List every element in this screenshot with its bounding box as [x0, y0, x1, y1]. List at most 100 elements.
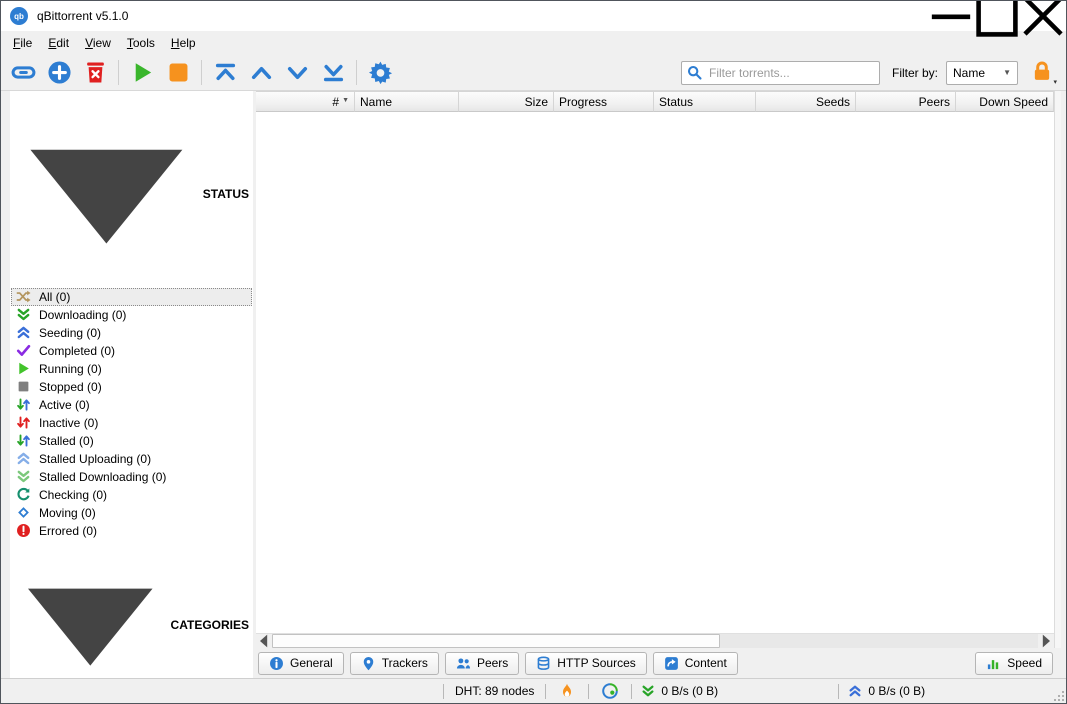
torrent-list[interactable]	[256, 112, 1054, 633]
filter-by-label: Filter by:	[892, 66, 938, 80]
sidebar-item-status-moving[interactable]: Moving (0)	[11, 504, 252, 522]
menu-view[interactable]: View	[77, 33, 119, 53]
column-header-peers[interactable]: Peers	[856, 92, 956, 112]
move-top-button[interactable]	[207, 57, 243, 89]
download-speed-status[interactable]: 0 B/s (0 B)	[632, 684, 838, 698]
sidebar-item-status-inactive[interactable]: Inactive (0)	[11, 414, 252, 432]
sidebar-item-status-running[interactable]: Running (0)	[11, 360, 252, 378]
sidebar-item-status-completed[interactable]: Completed (0)	[11, 342, 252, 360]
sidebar-item-status-stalled-uploading[interactable]: Stalled Uploading (0)	[11, 450, 252, 468]
sidebar-section-status[interactable]: STATUS	[17, 105, 249, 284]
close-button[interactable]	[1020, 1, 1066, 31]
window-title: qBittorrent v5.1.0	[37, 9, 128, 23]
column-header-progress[interactable]: Progress	[554, 92, 654, 112]
search-icon	[687, 65, 702, 80]
column-header-down-speed[interactable]: Down Speed	[956, 92, 1054, 112]
tab-speed[interactable]: Speed	[975, 652, 1053, 675]
statusbar-separator	[588, 684, 589, 699]
menu-tools[interactable]: Tools	[119, 33, 163, 53]
sidebar-item-label: Running (0)	[39, 362, 102, 376]
column-header-seeds[interactable]: Seeds	[756, 92, 856, 112]
sidebar-item-status-stopped[interactable]: Stopped (0)	[11, 378, 252, 396]
inactive-icon	[16, 415, 31, 430]
tab-label: General	[290, 656, 333, 670]
window-controls	[928, 1, 1066, 31]
table-header: #▼Name Size ProgressStatusSeedsPeersDown S…	[256, 91, 1054, 112]
options-button[interactable]	[362, 57, 398, 89]
sidebar-item-label: Active (0)	[39, 398, 90, 412]
sidebar-item-status-checking[interactable]: Checking (0)	[11, 486, 252, 504]
sidebar-item-status-downloading[interactable]: Downloading (0)	[11, 306, 252, 324]
maximize-button[interactable]	[974, 1, 1020, 31]
sidebar-item-status-all[interactable]: All (0)	[11, 288, 252, 306]
section-title: CATEGORIES	[171, 618, 249, 632]
scrollbar-track[interactable]	[720, 634, 1038, 648]
delete-button[interactable]	[77, 57, 113, 89]
column-header-number[interactable]: #▼	[256, 92, 355, 112]
stop-button[interactable]	[160, 57, 196, 89]
column-label: Size	[525, 95, 548, 109]
column-header-size[interactable]: Size	[459, 92, 554, 112]
move-up-button[interactable]	[243, 57, 279, 89]
sidebar-item-status-active[interactable]: Active (0)	[11, 396, 252, 414]
sidebar-item-status-seeding[interactable]: Seeding (0)	[11, 324, 252, 342]
upload-speed-value: 0 B/s (0 B)	[868, 684, 925, 698]
dht-nodes-label[interactable]: DHT: 89 nodes	[455, 684, 534, 698]
vertical-scrollbar[interactable]	[1054, 91, 1061, 648]
move-down-icon	[285, 60, 310, 85]
start-button[interactable]	[124, 57, 160, 89]
add-torrent-link-button[interactable]	[5, 57, 41, 89]
search-input[interactable]	[681, 61, 880, 85]
tab-http-sources[interactable]: HTTP Sources	[525, 652, 646, 675]
tab-general[interactable]: General	[258, 652, 344, 675]
filter-by-select[interactable]: Name ▼	[946, 61, 1018, 85]
delete-icon	[83, 60, 108, 85]
lock-button[interactable]: ▾	[1028, 60, 1056, 86]
sidebar-section-categories[interactable]: CATEGORIES	[17, 552, 249, 678]
completed-icon	[16, 343, 31, 358]
chart-icon	[986, 656, 1001, 671]
pin-blue-icon	[361, 656, 376, 671]
sidebar-item-label: Stalled Uploading (0)	[39, 452, 151, 466]
download-arrows-icon	[641, 684, 655, 698]
tab-label: HTTP Sources	[557, 656, 635, 670]
column-header-status[interactable]: Status	[654, 92, 756, 112]
sidebar-item-label: Errored (0)	[39, 524, 97, 538]
sidebar-item-status-stalled-downloading[interactable]: Stalled Downloading (0)	[11, 468, 252, 486]
sidebar-item-label: Downloading (0)	[39, 308, 126, 322]
column-header-name[interactable]: Name	[355, 92, 459, 112]
collapse-arrow-icon	[17, 552, 164, 678]
minimize-button[interactable]	[928, 1, 974, 31]
add-torrent-file-button[interactable]	[41, 57, 77, 89]
menu-file[interactable]: File	[5, 33, 40, 53]
title-bar[interactable]: qb qBittorrent v5.1.0	[1, 1, 1066, 31]
sidebar-item-label: Stalled Downloading (0)	[39, 470, 166, 484]
tab-peers[interactable]: Peers	[445, 652, 519, 675]
upload-arrows-icon	[848, 684, 862, 698]
lock-dropdown-arrow-icon: ▾	[1053, 78, 1057, 86]
sidebar-item-status-stalled[interactable]: Stalled (0)	[11, 432, 252, 450]
app-logo-icon: qb	[10, 7, 28, 25]
move-bottom-button[interactable]	[315, 57, 351, 89]
resize-grip[interactable]	[1052, 689, 1065, 702]
tab-trackers[interactable]: Trackers	[350, 652, 439, 675]
move-down-button[interactable]	[279, 57, 315, 89]
db-icon	[536, 656, 551, 671]
sidebar-item-status-errored[interactable]: Errored (0)	[11, 522, 252, 540]
connection-status-icon[interactable]	[602, 683, 618, 699]
tab-content[interactable]: Content	[653, 652, 738, 675]
stalled-up-icon	[16, 451, 31, 466]
dropdown-arrow-icon: ▼	[1003, 68, 1011, 77]
scroll-right-button[interactable]	[1038, 634, 1054, 648]
sidebar-item-label: Moving (0)	[39, 506, 96, 520]
scrollbar-thumb[interactable]	[272, 634, 720, 648]
sidebar-item-label: Checking (0)	[39, 488, 107, 502]
menu-help[interactable]: Help	[163, 33, 204, 53]
scroll-left-button[interactable]	[256, 634, 272, 648]
sidebar-item-label: Stopped (0)	[39, 380, 102, 394]
alternative-speed-limits-icon[interactable]	[559, 683, 575, 699]
menu-edit[interactable]: Edit	[40, 33, 77, 53]
download-speed-value: 0 B/s (0 B)	[661, 684, 718, 698]
moving-icon	[16, 505, 31, 520]
upload-speed-status[interactable]: 0 B/s (0 B)	[839, 684, 1039, 698]
